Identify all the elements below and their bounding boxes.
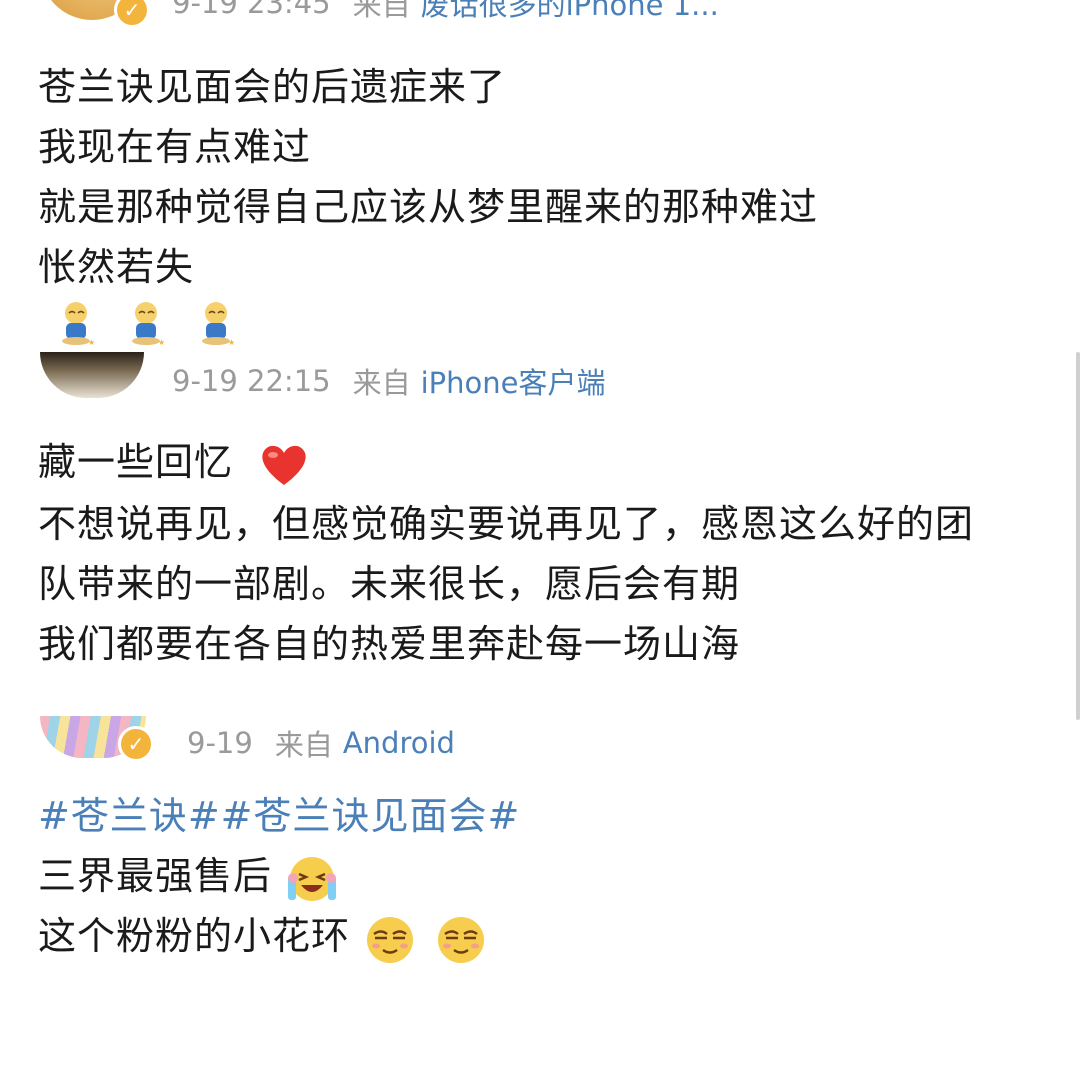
red-heart-emoji	[262, 445, 306, 485]
svg-text:★: ★	[228, 338, 235, 346]
sleepy-doll-emoji: ★	[202, 302, 235, 346]
post-text: 三界最强售后	[38, 854, 273, 898]
verified-badge-icon: ✓	[118, 726, 154, 762]
verified-badge-icon: ✓	[114, 0, 150, 28]
post-text: 这个粉粉的小花环	[38, 914, 351, 958]
sleepy-doll-emoji: ★	[132, 302, 165, 346]
smirk-emoji	[438, 916, 485, 963]
post-text: 藏一些回忆	[38, 440, 234, 484]
post-from: 来自	[352, 366, 411, 400]
post-source-link[interactable]: iPhone客户端	[421, 360, 606, 402]
post-meta: 9-19 22:15 来自 iPhone客户端	[172, 360, 606, 402]
post-source-link[interactable]: Android	[343, 726, 455, 760]
post-time: 9-19 23:45	[172, 0, 331, 20]
weibo-post-2: 9-19 22:15 来自 iPhone客户端 藏一些回忆 不想说再见，但感觉确…	[0, 352, 1080, 702]
svg-text:★: ★	[88, 338, 95, 346]
post-text-line: 三界最强售后	[38, 846, 339, 906]
post-text-line: 苍兰诀见面会的后遗症来了	[38, 65, 507, 109]
post-text-line: 不想说再见，但感觉确实要说再见了，感恩这么好的团	[38, 502, 975, 546]
weibo-post-3: ✓ 9-19 来自 Android #苍兰诀##苍兰诀见面会# 三界最强售后 这…	[0, 716, 1080, 1079]
post-text-line: 队带来的一部剧。未来很长，愿后会有期	[38, 562, 741, 606]
post-text-line: 我们都要在各自的热爱里奔赴每一场山海	[38, 622, 741, 666]
crying-laugh-emoji	[288, 856, 337, 901]
post-from: 来自	[274, 728, 333, 762]
post-text-line: 这个粉粉的小花环	[38, 906, 488, 966]
post-text-line: 就是那种觉得自己应该从梦里醒来的那种难过	[38, 185, 819, 229]
post-from: 来自	[352, 0, 411, 22]
post-time: 9-19 22:15	[172, 364, 331, 398]
post-source-link[interactable]: 废话很多的iPhone 1...	[421, 0, 719, 24]
topic-hashtags[interactable]: #苍兰诀##苍兰诀见面会#	[38, 786, 520, 846]
post-time: 9-19	[187, 726, 253, 760]
post-meta: 9-19 23:45 来自 废话很多的iPhone 1...	[172, 0, 719, 24]
post-text-line: 我现在有点难过	[38, 125, 312, 169]
scrollbar[interactable]	[1076, 352, 1080, 720]
svg-text:★: ★	[158, 338, 165, 346]
smirk-emoji	[367, 916, 414, 963]
sleepy-doll-emoji: ★	[62, 302, 95, 346]
post-text-line: 怅然若失	[38, 245, 195, 289]
post-text-line: 藏一些回忆	[38, 432, 310, 492]
post-meta: 9-19 来自 Android	[187, 722, 455, 764]
weibo-post-1: ✓ 9-19 23:45 来自 废话很多的iPhone 1... 苍兰诀见面会的…	[0, 0, 1080, 350]
user-avatar[interactable]	[40, 352, 144, 398]
